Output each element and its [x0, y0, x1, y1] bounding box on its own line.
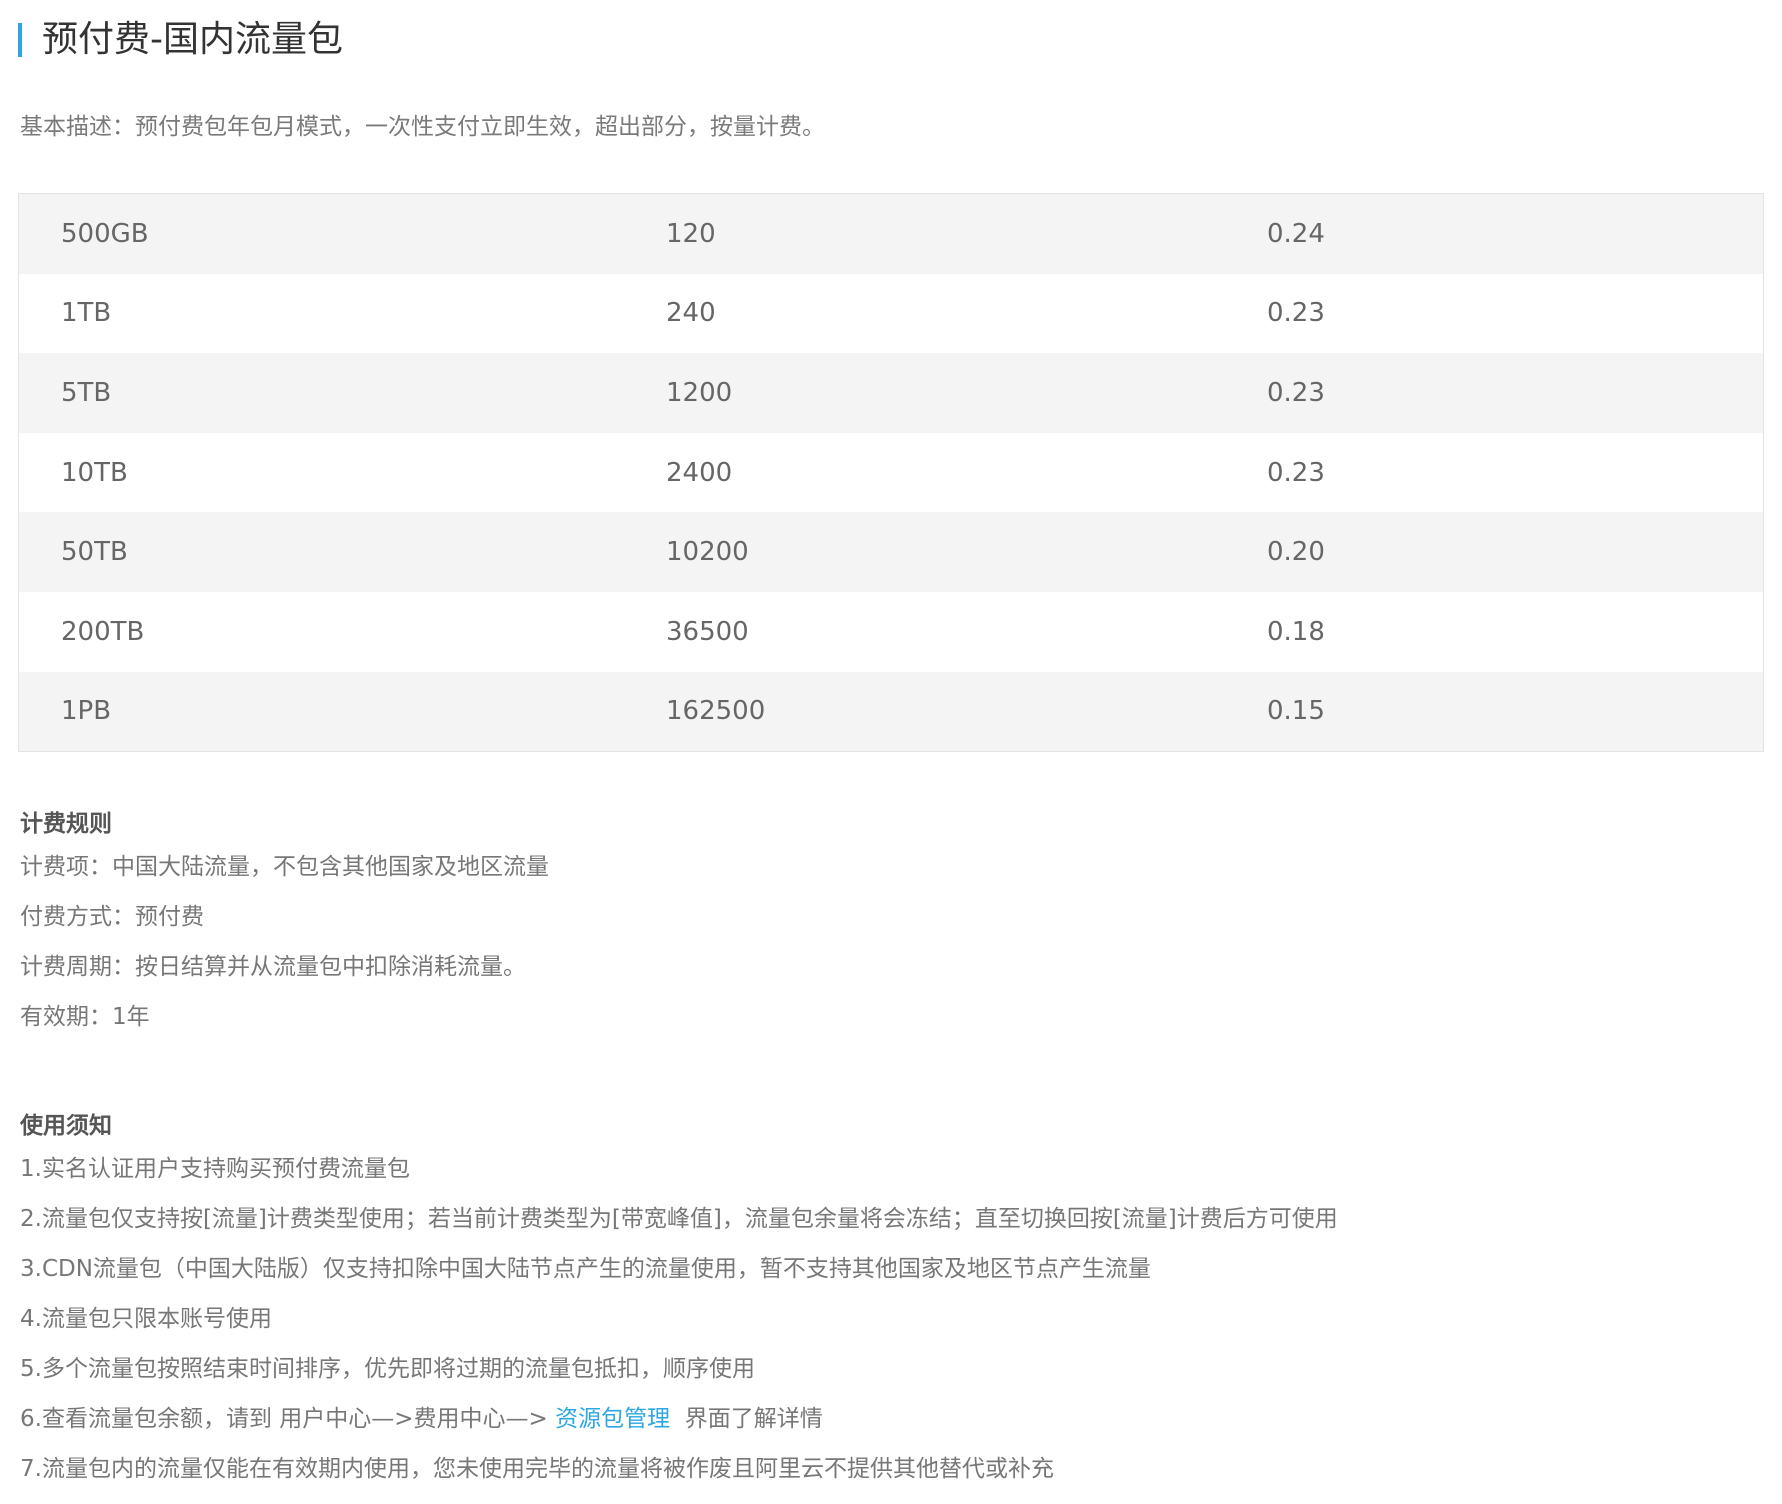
price-table: 500GB 120 0.24 1TB 240 0.23 5TB 1200 0.2… — [18, 193, 1764, 753]
usage-note-line: 5.多个流量包按照结束时间排序，优先即将过期的流量包抵扣，顺序使用 — [20, 1356, 755, 1382]
billing-rules-section: 计费规则 计费项：中国大陆流量，不包含其他国家及地区流量 付费方式：预付费 计费… — [20, 806, 1760, 1042]
table-cell-price: 36500 — [666, 616, 749, 647]
usage-note-line: 1.实名认证用户支持购买预付费流量包 — [20, 1156, 410, 1182]
table-row: 1PB 162500 0.15 — [19, 671, 1763, 752]
title-row: 预付费-国内流量包 — [18, 16, 343, 64]
usage-note-line: 3.CDN流量包（中国大陆版）仅支持扣除中国大陆节点产生的流量使用，暂不支持其他… — [20, 1256, 1151, 1282]
table-row: 10TB 2400 0.23 — [19, 432, 1763, 513]
table-cell-price: 120 — [666, 218, 716, 249]
table-cell-size: 10TB — [61, 457, 128, 488]
table-cell-price: 10200 — [666, 537, 749, 568]
table-cell-unit-price: 0.23 — [1267, 377, 1325, 408]
validity-line: 有效期：1年 — [20, 1004, 150, 1030]
table-cell-price: 2400 — [666, 457, 733, 488]
table-cell-unit-price: 0.24 — [1267, 218, 1325, 249]
table-cell-size: 50TB — [61, 537, 128, 568]
table-row: 500GB 120 0.24 — [19, 194, 1763, 274]
table-cell-unit-price: 0.23 — [1267, 298, 1325, 329]
table-cell-size: 500GB — [61, 218, 149, 249]
usage-note-line-6: 6.查看流量包余额，请到 用户中心—>费用中心—> 资源包管理 界面了解详情 — [20, 1394, 1760, 1444]
title-accent-bar — [18, 23, 22, 57]
billing-item-line: 计费项：中国大陆流量，不包含其他国家及地区流量 — [20, 854, 549, 880]
table-row: 1TB 240 0.23 — [19, 273, 1763, 354]
table-row: 5TB 1200 0.23 — [19, 353, 1763, 433]
table-cell-unit-price: 0.18 — [1267, 616, 1325, 647]
usage-note-line: 4.流量包只限本账号使用 — [20, 1306, 272, 1332]
usage-note-line: 2.流量包仅支持按[流量]计费类型使用；若当前计费类型为[带宽峰值]，流量包余量… — [20, 1206, 1338, 1232]
usage-notes-heading: 使用须知 — [20, 1113, 112, 1139]
table-cell-price: 240 — [666, 298, 716, 329]
billing-rules-heading: 计费规则 — [20, 811, 112, 837]
usage-note-line: 7.流量包内的流量仅能在有效期内使用，您未使用完毕的流量将被作废且阿里云不提供其… — [20, 1456, 1054, 1482]
usage-note-6-suffix: 界面了解详情 — [670, 1406, 823, 1432]
table-cell-size: 200TB — [61, 616, 145, 647]
usage-note-6-prefix: 6.查看流量包余额，请到 用户中心—>费用中心—> — [20, 1406, 556, 1432]
table-cell-size: 5TB — [61, 377, 112, 408]
table-cell-price: 1200 — [666, 377, 733, 408]
usage-notes-section: 使用须知 1.实名认证用户支持购买预付费流量包 2.流量包仅支持按[流量]计费类… — [20, 1108, 1760, 1494]
table-cell-size: 1TB — [61, 298, 112, 329]
table-cell-unit-price: 0.23 — [1267, 457, 1325, 488]
page-title: 预付费-国内流量包 — [42, 19, 343, 60]
table-cell-size: 1PB — [61, 696, 112, 727]
basic-description: 基本描述：预付费包年包月模式，一次性支付立即生效，超出部分，按量计费。 — [20, 114, 825, 140]
table-row: 200TB 36500 0.18 — [19, 591, 1763, 672]
page: 预付费-国内流量包 基本描述：预付费包年包月模式，一次性支付立即生效，超出部分，… — [0, 0, 1782, 1504]
billing-cycle-line: 计费周期：按日结算并从流量包中扣除消耗流量。 — [20, 954, 526, 980]
table-cell-unit-price: 0.20 — [1267, 537, 1325, 568]
table-row: 50TB 10200 0.20 — [19, 512, 1763, 592]
payment-method-line: 付费方式：预付费 — [20, 904, 204, 930]
table-cell-price: 162500 — [666, 696, 766, 727]
resource-package-management-link[interactable]: 资源包管理 — [555, 1406, 670, 1432]
table-cell-unit-price: 0.15 — [1267, 696, 1325, 727]
